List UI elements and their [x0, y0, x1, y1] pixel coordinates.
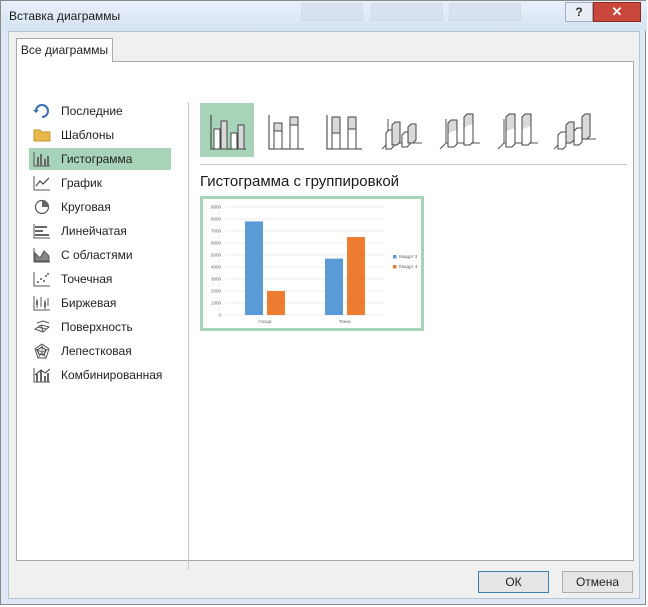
- subtype-3d-100-stacked-column[interactable]: [490, 103, 544, 157]
- y-tick-label: 6000: [211, 241, 222, 246]
- sidebar-item-label: Лепестковая: [61, 344, 132, 358]
- 3d-100-stacked-column-icon: [497, 113, 538, 150]
- legend-swatch: [393, 255, 397, 259]
- y-tick-label: 0: [218, 313, 221, 318]
- subtype-3d-clustered-column[interactable]: [374, 103, 428, 157]
- sidebar-item-label: Биржевая: [61, 296, 117, 310]
- title-bar[interactable]: Вставка диаграммы ? ✕: [1, 1, 647, 31]
- column-chart-icon: [33, 152, 50, 167]
- chart-type-title: Гистограмма с группировкой: [200, 173, 400, 190]
- window-title: Вставка диаграммы: [9, 9, 121, 23]
- legend-swatch: [393, 265, 397, 269]
- dialog-body: Все диаграммы Последние Шаблоны Гистогра…: [8, 31, 640, 599]
- sidebar-item-recent[interactable]: Последние: [29, 100, 171, 122]
- gallery-divider: [200, 164, 627, 165]
- preview-chart: 0 1000 2000 3000 4000 5000 6000 7000 8000 9000 Гол…: [211, 205, 418, 325]
- 3d-column-icon: [553, 113, 596, 150]
- sidebar-item-column[interactable]: Гистограмма: [29, 148, 171, 170]
- sidebar-item-pie[interactable]: Круговая: [29, 196, 171, 218]
- sidebar-item-label: Поверхность: [61, 320, 133, 334]
- 3d-stacked-column-icon: [439, 113, 480, 150]
- cancel-button[interactable]: Отмена: [562, 571, 633, 593]
- bar: [347, 237, 365, 315]
- combo-chart-icon: [33, 368, 51, 383]
- bar: [245, 221, 263, 315]
- stacked-column-icon: [268, 115, 304, 150]
- sidebar-item-templates[interactable]: Шаблоны: [29, 124, 171, 146]
- bar: [267, 291, 285, 315]
- x-tick-label: Гольф: [258, 319, 272, 324]
- background-ghost: [301, 3, 363, 21]
- y-tick-label: 8000: [211, 217, 222, 222]
- y-tick-label: 2000: [211, 289, 222, 294]
- sidebar-item-label: Линейчатая: [61, 224, 127, 238]
- y-tick-label: 9000: [211, 205, 222, 210]
- y-tick-label: 7000: [211, 229, 222, 234]
- subtype-100-stacked-column[interactable]: [316, 103, 370, 157]
- subtype-stacked-column[interactable]: [258, 103, 312, 157]
- sidebar-item-line[interactable]: График: [29, 172, 171, 194]
- subtype-3d-stacked-column[interactable]: [432, 103, 486, 157]
- sidebar-item-label: С областями: [61, 248, 133, 262]
- subtype-3d-column[interactable]: [548, 103, 602, 157]
- bar: [325, 258, 343, 315]
- scatter-chart-icon: [33, 272, 50, 287]
- y-tick-label: 1000: [211, 301, 222, 306]
- tab-all-charts[interactable]: Все диаграммы: [16, 38, 113, 62]
- 100-stacked-column-icon: [326, 115, 362, 150]
- sidebar-item-combo[interactable]: Комбинированная: [29, 364, 171, 386]
- x-tick-label: Тенис: [339, 319, 352, 324]
- sidebar-item-bar[interactable]: Линейчатая: [29, 220, 171, 242]
- sidebar-item-scatter[interactable]: Точечная: [29, 268, 171, 290]
- y-tick-label: 4000: [211, 265, 222, 270]
- sidebar-item-area[interactable]: С областями: [29, 244, 171, 266]
- stock-chart-icon: [33, 296, 50, 311]
- folder-icon: [33, 129, 51, 142]
- background-ghost: [449, 3, 521, 21]
- background-ghost: [371, 3, 443, 21]
- sidebar-item-label: Круговая: [61, 200, 111, 214]
- help-button[interactable]: ?: [565, 2, 593, 22]
- sidebar-item-stock[interactable]: Биржевая: [29, 292, 171, 314]
- sidebar-item-label: Последние: [61, 104, 123, 118]
- radar-chart-icon: [34, 343, 50, 359]
- area-chart-icon: [33, 248, 50, 263]
- subtype-clustered-column[interactable]: [200, 103, 254, 157]
- sidebar-item-label: Гистограмма: [61, 152, 133, 166]
- sidebar-item-label: Комбинированная: [61, 368, 163, 382]
- pie-chart-icon: [34, 199, 50, 215]
- insert-chart-dialog: Вставка диаграммы ? ✕ Все диаграммы Посл…: [0, 0, 647, 605]
- close-button[interactable]: ✕: [593, 2, 641, 22]
- bar-chart-icon: [33, 224, 50, 239]
- sidebar-item-label: График: [61, 176, 102, 190]
- surface-chart-icon: [33, 320, 51, 333]
- line-chart-icon: [33, 176, 50, 191]
- sidebar-item-label: Точечная: [61, 272, 113, 286]
- panel-divider: [188, 102, 189, 570]
- 3d-clustered-column-icon: [381, 119, 422, 150]
- clustered-column-icon: [210, 115, 246, 150]
- legend-label: Квадрт 3: [399, 254, 418, 259]
- ok-button[interactable]: ОК: [478, 571, 549, 593]
- recent-icon: [33, 104, 49, 118]
- sidebar-item-radar[interactable]: Лепестковая: [29, 340, 171, 362]
- tab-panel: Последние Шаблоны Гистограмма График Кру…: [16, 61, 634, 570]
- sidebar-item-label: Шаблоны: [61, 128, 115, 142]
- legend-label: Квадрт 4: [399, 264, 418, 269]
- y-tick-label: 5000: [211, 253, 222, 258]
- chart-preview[interactable]: 0 1000 2000 3000 4000 5000 6000 7000 8000 9000 Гол…: [200, 196, 424, 331]
- y-tick-label: 3000: [211, 277, 222, 282]
- sidebar-item-surface[interactable]: Поверхность: [29, 316, 171, 338]
